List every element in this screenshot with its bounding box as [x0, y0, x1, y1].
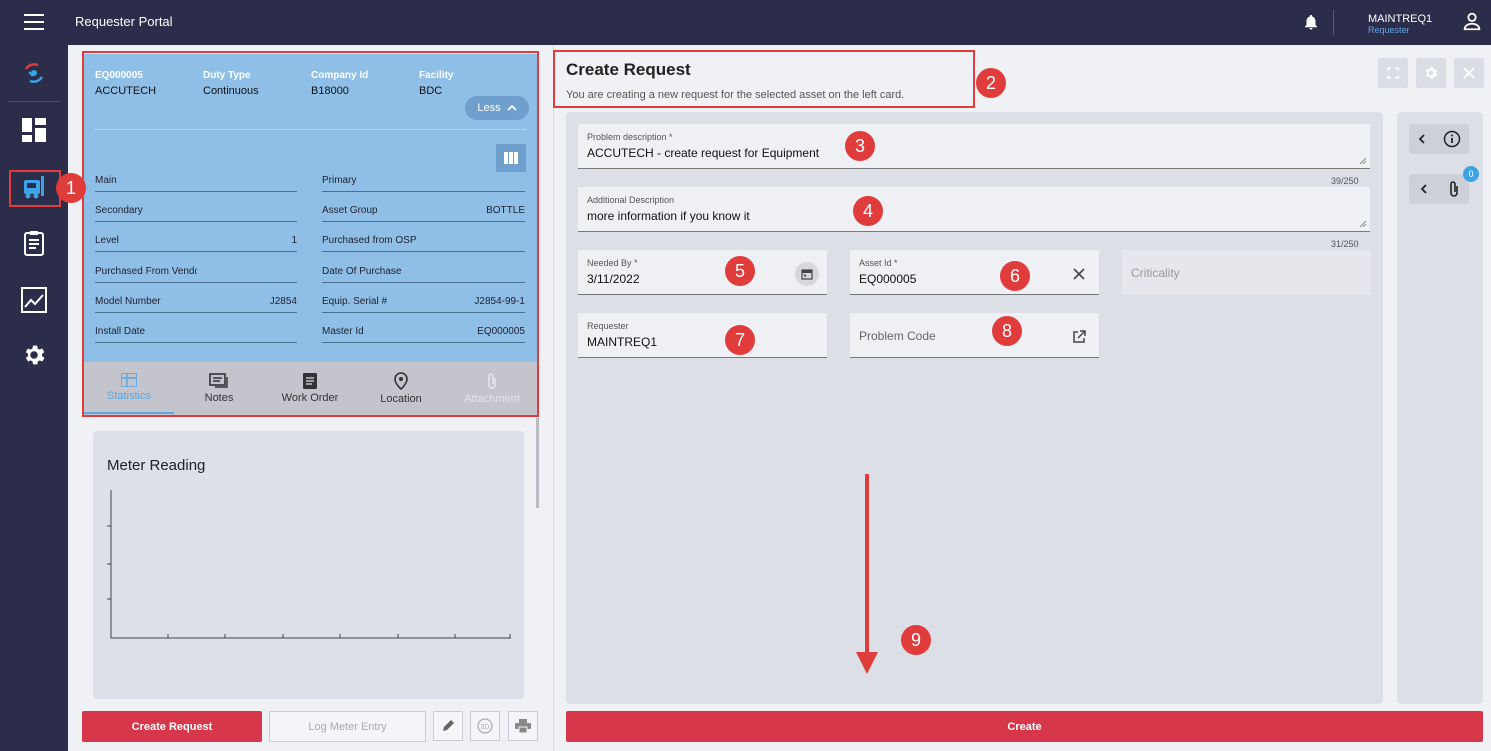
close-button[interactable] [1454, 58, 1484, 88]
clear-asset-button[interactable] [1069, 264, 1089, 284]
side-panel [1397, 112, 1483, 704]
printer-icon [515, 719, 531, 733]
additional-description-field[interactable]: Additional Description more information … [578, 187, 1370, 232]
annotation-marker: 6 [1000, 261, 1030, 291]
additional-description-input[interactable]: more information if you know it [587, 209, 750, 223]
annotation-box-asset-card [82, 51, 539, 417]
fullscreen-icon [1387, 67, 1399, 79]
create-button[interactable]: Create [566, 711, 1483, 742]
edit-button[interactable] [433, 711, 463, 741]
annotation-box-nav [9, 170, 61, 207]
logo-icon[interactable] [0, 53, 68, 93]
pencil-icon [443, 720, 454, 731]
create-request-button[interactable]: Create Request [82, 711, 262, 742]
left-scrollbar[interactable] [536, 418, 539, 508]
panel-divider [553, 45, 554, 751]
requester-input[interactable]: MAINTREQ1 [587, 335, 657, 349]
left-navigation [0, 45, 68, 751]
additional-description-counter: 31/250 [1331, 239, 1359, 249]
paperclip-icon [1449, 181, 1458, 197]
calendar-button[interactable] [795, 262, 819, 286]
nav-separator [8, 101, 60, 102]
problem-description-input[interactable]: ACCUTECH - create request for Equipment [587, 146, 819, 160]
annotation-marker: 4 [853, 196, 883, 226]
problem-description-field[interactable]: Problem description * ACCUTECH - create … [578, 124, 1370, 169]
menu-icon[interactable] [24, 14, 44, 30]
portal-title: Requester Portal [75, 14, 173, 29]
top-bar: Requester Portal MAINTREQ1 Requester [0, 0, 1491, 45]
attachment-count-badge: 0 [1463, 166, 1479, 182]
calendar-icon [801, 269, 813, 280]
field-label: Additional Description [587, 195, 675, 205]
meter-chart-axes [107, 490, 511, 639]
annotation-marker: 3 [845, 131, 875, 161]
annotation-marker: 1 [56, 173, 86, 203]
needed-by-input[interactable]: 3/11/2022 [587, 272, 640, 286]
field-label: Asset Id * [859, 258, 898, 268]
annotation-arrow-head [856, 652, 878, 674]
meter-reading-panel: Meter Reading [93, 431, 524, 699]
meter-reading-title: Meter Reading [107, 457, 206, 474]
annotation-arrow-shaft [865, 474, 869, 654]
topbar-divider [1333, 10, 1334, 35]
annotation-marker: 7 [725, 325, 755, 355]
fullscreen-button[interactable] [1378, 58, 1408, 88]
3d-view-button[interactable]: 3D [470, 711, 500, 741]
asset-id-input[interactable]: EQ000005 [859, 272, 916, 286]
info-icon [1443, 130, 1460, 148]
annotation-box-title [553, 50, 975, 108]
annotation-marker: 2 [976, 68, 1006, 98]
criticality-placeholder: Criticality [1131, 266, 1180, 280]
close-icon [1463, 67, 1475, 79]
problem-description-counter: 39/250 [1331, 176, 1359, 186]
asset-id-field[interactable]: Asset Id * EQ000005 [850, 250, 1099, 295]
field-label: Problem description * [587, 132, 673, 142]
annotation-marker: 9 [901, 625, 931, 655]
info-panel-button[interactable] [1409, 124, 1469, 154]
clipboard-icon[interactable] [0, 223, 68, 263]
attachments-panel-button[interactable] [1409, 174, 1469, 204]
close-icon [1073, 268, 1085, 280]
analytics-icon[interactable] [0, 280, 68, 320]
requester-field[interactable]: Requester MAINTREQ1 [578, 313, 827, 358]
dashboard-icon[interactable] [0, 110, 68, 150]
open-problem-code-button[interactable] [1069, 327, 1089, 347]
resize-handle-icon[interactable] [1360, 221, 1366, 227]
needed-by-field[interactable]: Needed By * 3/11/2022 [578, 250, 827, 295]
resize-handle-icon[interactable] [1360, 158, 1366, 164]
open-in-new-icon [1073, 330, 1086, 343]
user-profile-icon[interactable] [1461, 10, 1483, 32]
field-label: Requester [587, 321, 629, 331]
svg-text:3D: 3D [481, 724, 490, 731]
log-meter-entry-button[interactable]: Log Meter Entry [269, 711, 426, 742]
3d-rotate-icon: 3D [477, 718, 493, 734]
settings-button[interactable] [1416, 58, 1446, 88]
user-name: MAINTREQ1 [1368, 13, 1433, 25]
annotation-marker: 5 [725, 256, 755, 286]
user-role: Requester [1368, 25, 1410, 35]
field-label: Needed By * [587, 258, 638, 268]
gear-icon [1425, 67, 1438, 79]
problem-code-placeholder: Problem Code [859, 329, 936, 343]
chevron-left-icon [1420, 184, 1427, 194]
chevron-left-icon [1418, 134, 1425, 144]
criticality-field: Criticality [1122, 250, 1371, 295]
settings-icon[interactable] [0, 335, 68, 375]
notification-bell-icon[interactable] [1302, 12, 1320, 32]
annotation-marker: 8 [992, 316, 1022, 346]
print-button[interactable] [508, 711, 538, 741]
problem-code-field[interactable]: Problem Code [850, 313, 1099, 358]
